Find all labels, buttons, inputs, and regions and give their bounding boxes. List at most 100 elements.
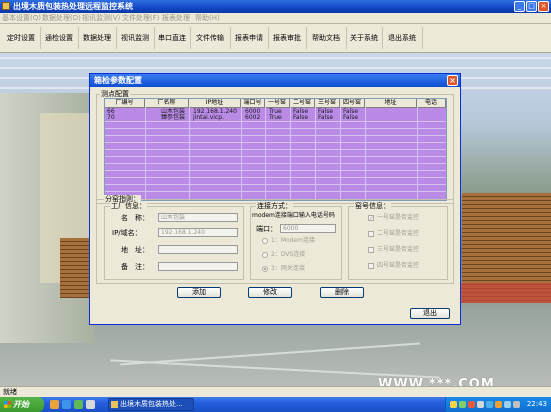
name-input[interactable]: 山木包装: [158, 213, 238, 222]
col-kiln-1[interactable]: 一号窑: [265, 99, 290, 107]
measure-point-group-label: 测点配置: [100, 90, 130, 98]
menu-help[interactable]: 帮助(H): [195, 13, 220, 23]
menu-file-processing[interactable]: 文件处理(F): [122, 13, 160, 23]
ip-label: IP/域名：: [112, 229, 142, 237]
window-titlebar[interactable]: 出境木质包装热处理远程监控系统 _ □ ×: [0, 0, 551, 13]
col-address[interactable]: 地址: [365, 99, 417, 107]
kiln-4-checkbox[interactable]: [368, 263, 374, 269]
maximize-icon[interactable]: □: [526, 1, 537, 12]
windows-logo-icon: [4, 401, 11, 408]
connect-note: modem连接端口输入电话号码: [252, 212, 335, 219]
tray-icon-1[interactable]: [450, 401, 457, 408]
col-ip[interactable]: IP地址: [189, 99, 241, 107]
menu-basic-settings[interactable]: 基本设置(Q): [2, 13, 41, 23]
row-2-port[interactable]: 6002: [245, 114, 260, 121]
port-label: 端口：: [256, 225, 277, 233]
col-kiln-2[interactable]: 二号窑: [290, 99, 315, 107]
kiln-3-checkbox[interactable]: [368, 247, 374, 253]
col-phone[interactable]: 电话: [417, 99, 446, 107]
note-label: 备 注：: [121, 263, 149, 271]
tray-icon-4[interactable]: [477, 401, 484, 408]
toolbar-about-button[interactable]: 关于系统: [346, 27, 383, 49]
row-2-kiln-2[interactable]: False: [293, 114, 308, 121]
clock[interactable]: 22:43: [527, 397, 547, 412]
row-2-kiln-1[interactable]: True: [269, 114, 282, 121]
radio-modem[interactable]: [262, 238, 268, 244]
toolbar-video-monitor-button[interactable]: 视讯监测: [116, 27, 155, 49]
start-label: 开始: [13, 400, 29, 409]
dialog-close-icon[interactable]: ×: [447, 75, 458, 86]
kiln-2-label: 二号窑是否监控: [377, 230, 420, 237]
menu-bar: 基本设置(Q) 数据处理(D) 视讯监测(V) 文件处理(F) 报表处理 帮助(…: [0, 13, 551, 24]
toolbar-report-apply-button[interactable]: 报表申请: [230, 27, 269, 49]
menu-report-processing[interactable]: 报表处理: [162, 13, 190, 23]
tray-icon-3[interactable]: [468, 401, 475, 408]
menu-video-monitor[interactable]: 视讯监测(V): [82, 13, 120, 23]
start-button[interactable]: 开始: [0, 397, 44, 412]
kiln-info-label: 窑号信息：: [354, 202, 391, 210]
delete-button[interactable]: 删除: [320, 287, 364, 298]
col-factory-id[interactable]: 厂编号: [105, 99, 145, 107]
tray-icon-6[interactable]: [495, 401, 502, 408]
row-2-name[interactable]: 臻参包装: [161, 114, 185, 121]
kiln-4-label: 四号窑是否监控: [377, 262, 420, 269]
edit-button[interactable]: 修改: [248, 287, 292, 298]
radio-gateway[interactable]: [262, 266, 268, 272]
port-input[interactable]: 6000: [280, 224, 336, 233]
row-2-id[interactable]: 70: [107, 114, 115, 121]
row-2-kiln-3[interactable]: False: [318, 114, 333, 121]
row-2-kiln-4[interactable]: False: [343, 114, 358, 121]
tray-icon-2[interactable]: [459, 401, 466, 408]
name-label: 名 称：: [121, 214, 149, 222]
address-input[interactable]: [158, 245, 238, 254]
taskbar: 开始 出境木质包装热处... 22:43: [0, 397, 551, 412]
status-text: 就绪: [3, 388, 17, 396]
exit-button[interactable]: 退出: [410, 308, 450, 319]
close-icon[interactable]: ×: [538, 1, 549, 12]
toolbar-report-approve-button[interactable]: 报表审批: [268, 27, 307, 49]
toolbar-help-doc-button[interactable]: 帮助文档: [306, 27, 347, 49]
toolbar-data-processing-button[interactable]: 数据处理: [78, 27, 117, 49]
dialog-titlebar[interactable]: 箱检参数配置 ×: [90, 74, 460, 87]
ip-input[interactable]: 192.168.1.240: [158, 228, 238, 237]
note-input[interactable]: [158, 262, 238, 271]
address-label: 地 址：: [121, 246, 149, 254]
kiln-1-label: 一号窑是否监控: [377, 214, 420, 221]
system-tray: 22:43: [445, 397, 551, 412]
factory-info-label: 工厂信息：: [110, 202, 147, 210]
row-2-ip[interactable]: jintai.vicp.: [193, 114, 224, 121]
menu-data-processing[interactable]: 数据处理(D): [42, 13, 81, 23]
taskbar-app-icon: [111, 401, 118, 408]
kiln-2-checkbox[interactable]: [368, 231, 374, 237]
kiln-config-dialog: 箱检参数配置 × 测点配置 厂编号 厂名称 IP地址 端口号 一号窑 二号窑 三…: [89, 73, 461, 325]
app-icon: [2, 2, 10, 10]
grid-header: 厂编号 厂名称 IP地址 端口号 一号窑 二号窑 三号窑 四号窑 地址 电话: [105, 99, 446, 108]
window-title: 出境木质包装热处理远程监控系统: [13, 2, 133, 11]
add-button[interactable]: 添加: [177, 287, 221, 298]
toolbar-exit-button[interactable]: 退出系统: [382, 27, 423, 49]
dialog-title: 箱检参数配置: [94, 76, 142, 85]
quicklaunch-app-icon[interactable]: [74, 400, 83, 409]
radio-modem-label: 1：Modem连接: [271, 237, 316, 244]
minimize-icon[interactable]: _: [514, 1, 525, 12]
factory-grid[interactable]: 厂编号 厂名称 IP地址 端口号 一号窑 二号窑 三号窑 四号窑 地址 电话 6…: [104, 98, 447, 201]
col-kiln-3[interactable]: 三号窑: [315, 99, 340, 107]
toolbar: 定时设置 通检设置 数据处理 视讯监测 串口直连 文件传输 报表申请 报表审批 …: [0, 24, 551, 53]
toolbar-file-transfer-button[interactable]: 文件传输: [190, 27, 231, 49]
kiln-1-checkbox[interactable]: ✓: [368, 215, 374, 222]
tray-icon-5[interactable]: [486, 401, 493, 408]
col-port[interactable]: 端口号: [241, 99, 265, 107]
tray-volume-icon[interactable]: [513, 401, 520, 408]
col-factory-name[interactable]: 厂名称: [145, 99, 189, 107]
quicklaunch-folder-icon[interactable]: [50, 400, 59, 409]
taskbar-app-item[interactable]: 出境木质包装热处...: [108, 398, 194, 411]
radio-dvs-label: 2：DVS连接: [271, 251, 306, 258]
quicklaunch-desktop-icon[interactable]: [86, 400, 95, 409]
tray-icon-7[interactable]: [504, 401, 511, 408]
toolbar-timer-settings-button[interactable]: 定时设置: [2, 27, 41, 49]
col-kiln-4[interactable]: 四号窑: [340, 99, 365, 107]
quicklaunch-ie-icon[interactable]: [62, 400, 71, 409]
radio-dvs[interactable]: [262, 252, 268, 258]
toolbar-inspection-settings-button[interactable]: 通检设置: [40, 27, 79, 49]
toolbar-serial-connect-button[interactable]: 串口直连: [154, 27, 191, 49]
